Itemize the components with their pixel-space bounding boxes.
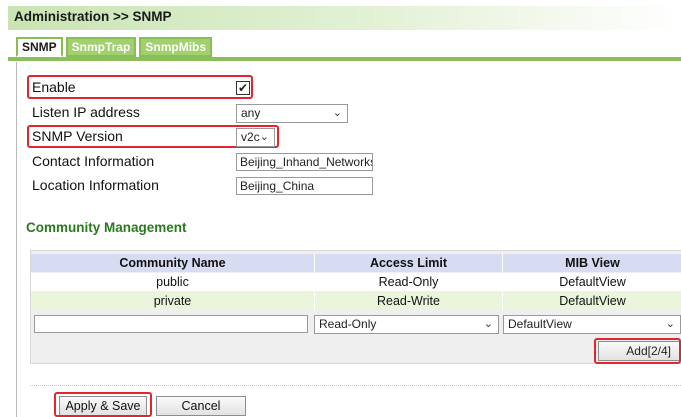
tab-underline: [8, 57, 681, 61]
column-header-community-name: Community Name: [119, 256, 226, 270]
community-section-title: Community Management: [26, 220, 187, 235]
table-header-row: Community Name Access Limit MIB View: [31, 254, 681, 272]
tab-snmptrap[interactable]: SnmpTrap: [65, 37, 137, 57]
enable-label: Enable: [32, 79, 76, 95]
page-header: Administration >> SNMP: [8, 6, 681, 30]
page-title: Administration >> SNMP: [14, 9, 172, 24]
cell-community-name: private: [153, 294, 192, 308]
cell-mib-view: DefaultView: [502, 273, 681, 291]
cell-access-limit: Read-Write: [314, 292, 502, 310]
chevron-down-icon: ⌄: [665, 318, 675, 330]
new-mib-view-value: DefaultView: [508, 317, 572, 331]
tab-snmp[interactable]: SNMP: [16, 37, 63, 57]
table-row[interactable]: public Read-Only DefaultView: [31, 273, 681, 291]
location-label: Location Information: [32, 177, 159, 193]
location-input[interactable]: Beijing_China: [236, 177, 373, 195]
column-header-access-limit: Access Limit: [314, 254, 502, 272]
listen-ip-select[interactable]: any ⌄: [236, 104, 348, 123]
snmp-version-select[interactable]: v2c ⌄: [236, 128, 275, 147]
listen-ip-value: any: [241, 106, 261, 120]
chevron-down-icon: ⌄: [332, 107, 342, 119]
snmp-version-label: SNMP Version: [32, 128, 123, 144]
listen-ip-label: Listen IP address: [32, 104, 140, 120]
new-mib-view-select[interactable]: DefaultView ⌄: [503, 315, 681, 334]
cancel-button[interactable]: Cancel: [156, 396, 246, 416]
tab-snmpmibs[interactable]: SnmpMibs: [139, 37, 213, 57]
cell-community-name: public: [156, 275, 189, 289]
table-row[interactable]: private Read-Write DefaultView: [31, 292, 681, 310]
check-icon: ✔: [237, 81, 249, 95]
snmp-version-value: v2c: [241, 130, 260, 144]
chevron-down-icon: ⌄: [259, 131, 269, 143]
cell-mib-view: DefaultView: [502, 292, 681, 310]
community-table: Community Name Access Limit MIB View pub…: [30, 250, 681, 364]
divider: [30, 385, 681, 386]
contact-input[interactable]: Beijing_Inhand_Networks: [236, 153, 373, 171]
cell-access-limit: Read-Only: [314, 273, 502, 291]
new-access-limit-select[interactable]: Read-Only ⌄: [314, 315, 499, 334]
chevron-down-icon: ⌄: [483, 318, 493, 330]
column-header-mib-view: MIB View: [502, 254, 681, 272]
add-highlight: [594, 338, 681, 364]
enable-checkbox[interactable]: ✔: [236, 81, 250, 95]
new-community-name-input[interactable]: [34, 315, 308, 333]
tab-strip: SNMP SnmpTrap SnmpMibs: [16, 37, 215, 57]
contact-label: Contact Information: [32, 153, 155, 169]
new-access-limit-value: Read-Only: [319, 317, 377, 331]
apply-highlight: [54, 392, 152, 417]
